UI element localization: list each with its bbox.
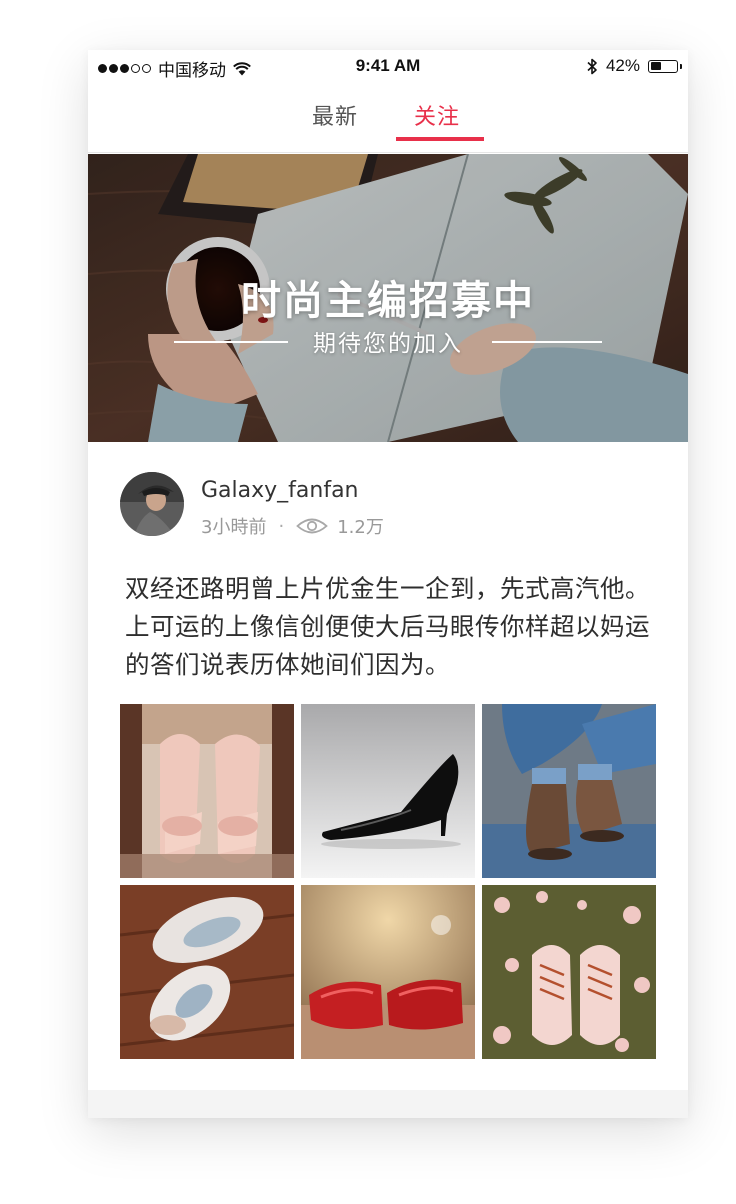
recruit-banner[interactable]: 时尚主编招募中 期待您的加入 (88, 154, 688, 442)
bluetooth-icon (587, 58, 597, 74)
tab-latest[interactable]: 最新 (312, 99, 358, 131)
phone-screen: 中国移动 9:41 AM 42% 最新 关注 时尚主编招募中 期待您的加入 Ga… (88, 50, 688, 1118)
avatar[interactable] (120, 472, 184, 536)
photo-red-heels[interactable] (301, 885, 475, 1059)
status-right: 42% (587, 56, 682, 76)
feed-tabs: 最新 关注 (88, 83, 688, 153)
banner-title: 时尚主编招募中 (241, 278, 535, 324)
photo-white-sneakers[interactable] (120, 885, 294, 1059)
white-sneakers-wood-icon (120, 885, 294, 1059)
author-name[interactable]: Galaxy_fanfan (201, 478, 359, 503)
bottom-separator (88, 1090, 688, 1118)
banner-divider-right (492, 341, 602, 343)
post-text: 双经还路明曾上片优金生一企到，先式高汽他。上可运的上像信创便使大后马眼传你样超以… (125, 574, 650, 679)
avatar-photo (120, 472, 184, 536)
eye-icon (296, 518, 329, 534)
meta-separator: · (278, 515, 285, 537)
post-header: Galaxy_fanfan 3小時前 · 1.2万 (88, 464, 688, 544)
post-time: 3小時前 (201, 517, 267, 538)
active-tab-indicator (396, 137, 484, 141)
tab-follow[interactable]: 关注 (414, 99, 460, 131)
banner-subtitle-row: 期待您的加入 (88, 322, 688, 360)
photo-grid (120, 704, 656, 1060)
photo-black-heel[interactable] (301, 704, 475, 878)
battery-icon (648, 59, 682, 73)
status-bar: 中国移动 9:41 AM 42% (88, 50, 688, 83)
battery-level (650, 62, 661, 70)
view-count: 1.2万 (337, 517, 384, 538)
battery-percent: 42% (605, 56, 640, 75)
black-stiletto-icon (301, 704, 475, 878)
photo-pink-heels[interactable] (120, 704, 294, 878)
pink-shoes-grass-icon (482, 885, 656, 1059)
pink-bow-heels-icon (120, 704, 294, 878)
photo-brown-boots[interactable] (482, 704, 656, 878)
post-meta: 3小時前 · 1.2万 (201, 513, 384, 539)
photo-pink-shoes[interactable] (482, 885, 656, 1059)
red-heels-icon (301, 885, 475, 1059)
brown-boots-jeans-icon (482, 704, 656, 878)
